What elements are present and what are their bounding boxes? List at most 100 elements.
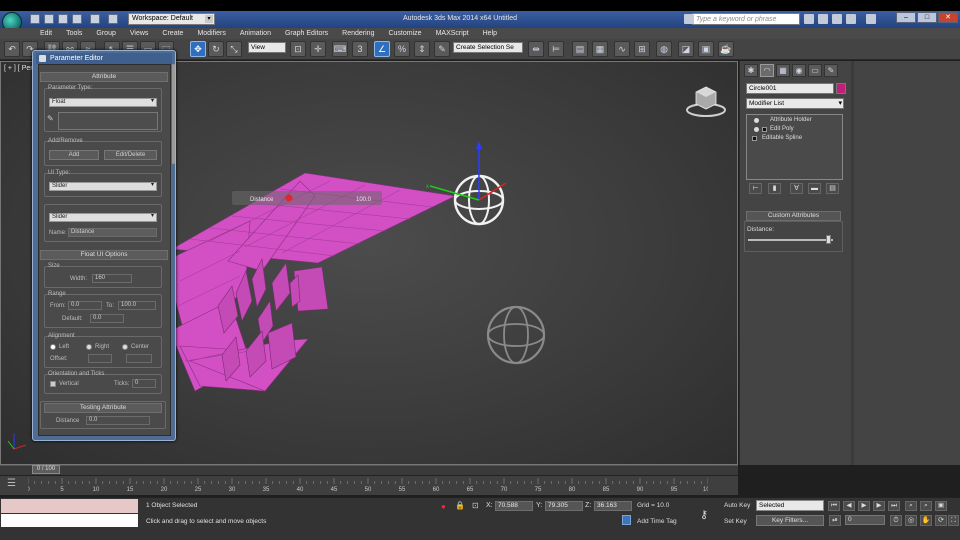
configure-modifier-sets-icon[interactable]: ▤ — [826, 183, 839, 194]
expand-box-icon[interactable] — [752, 136, 757, 141]
communication-icon[interactable] — [832, 14, 842, 24]
angle-snap-icon[interactable]: ∠ — [374, 41, 390, 57]
menu-create[interactable]: Create — [155, 28, 190, 39]
save-file-icon[interactable] — [58, 14, 68, 24]
to-spinner[interactable]: 100.0 — [118, 301, 156, 310]
close-button[interactable]: ✕ — [938, 12, 958, 23]
menu-animation[interactable]: Animation — [233, 28, 278, 39]
auto-key-button[interactable]: Auto Key — [724, 502, 750, 509]
reference-coordinate-dropdown[interactable]: View — [248, 42, 286, 53]
pivot-center-icon[interactable]: ⊡ — [290, 41, 306, 57]
selected-circle-gizmo[interactable]: x — [426, 141, 507, 226]
default-spinner[interactable]: 0.0 — [90, 314, 124, 323]
ui-subtype-dropdown[interactable]: Slider — [49, 213, 157, 222]
lightbulb-icon[interactable] — [754, 127, 759, 132]
custom-attributes-rollout[interactable]: Custom Attributes — [746, 211, 841, 221]
object-name-field[interactable]: Circle001 — [746, 83, 834, 94]
menu-graph-editors[interactable]: Graph Editors — [278, 28, 335, 39]
from-spinner[interactable]: 0.0 — [68, 301, 102, 310]
key-icon[interactable]: ⚷ — [700, 508, 708, 521]
isolate-selection-icon[interactable]: ● — [441, 502, 446, 511]
remove-modifier-icon[interactable]: ▬ — [808, 183, 821, 194]
testing-attribute-rollout[interactable]: Testing Attribute — [44, 403, 162, 413]
utilities-tab-icon[interactable]: ✎ — [824, 64, 838, 77]
new-file-icon[interactable] — [30, 14, 40, 24]
display-tab-icon[interactable]: ▭ — [808, 64, 822, 77]
offset-y-spinner[interactable] — [126, 354, 152, 363]
align-center-radio[interactable] — [122, 344, 128, 350]
hierarchy-tab-icon[interactable]: ▦ — [776, 64, 790, 77]
maxscript-listener-input[interactable] — [1, 499, 138, 513]
redo-icon[interactable] — [90, 14, 100, 24]
next-frame-icon[interactable]: ▶ — [873, 501, 885, 511]
parameter-editor-titlebar[interactable]: Parameter Editor — [36, 53, 172, 64]
stack-item-attribute-holder[interactable]: Attribute Holder — [750, 116, 842, 125]
menu-views[interactable]: Views — [123, 28, 156, 39]
maxscript-listener-output[interactable] — [1, 514, 138, 527]
command-panel-scrollbar[interactable] — [851, 61, 854, 465]
favorites-icon[interactable] — [846, 14, 856, 24]
render-setup-icon[interactable]: ◪ — [678, 41, 694, 57]
layer-manager-icon[interactable]: ▤ — [572, 41, 588, 57]
show-end-result-icon[interactable]: ▮ — [768, 183, 781, 194]
width-spinner[interactable]: 160 — [92, 274, 132, 283]
align-right-radio[interactable] — [86, 344, 92, 350]
menu-modifiers[interactable]: Modifiers — [190, 28, 232, 39]
help-icon[interactable] — [866, 14, 876, 24]
select-and-scale-icon[interactable]: ⤡ — [226, 41, 242, 57]
current-frame-field[interactable]: 0 — [845, 515, 885, 525]
menu-edit[interactable]: Edit — [33, 28, 59, 39]
menu-tools[interactable]: Tools — [59, 28, 89, 39]
material-editor-icon[interactable]: ◍ — [656, 41, 672, 57]
ui-type-dropdown[interactable]: Slider — [49, 182, 157, 191]
graphite-ribbon-icon[interactable]: ▦ — [592, 41, 608, 57]
open-file-icon[interactable] — [44, 14, 54, 24]
select-manipulate-icon[interactable]: ✛ — [310, 41, 326, 57]
modifier-list-dropdown[interactable]: Modifier List ▾ — [746, 98, 844, 109]
edit-delete-button[interactable]: Edit/Delete — [104, 150, 157, 160]
attribute-rollout[interactable]: Attribute — [40, 72, 168, 82]
viewcube-icon[interactable] — [686, 84, 730, 120]
zoom-extents-icon[interactable]: ▣ — [935, 501, 947, 511]
motion-tab-icon[interactable]: ◉ — [792, 64, 806, 77]
vertical-checkbox[interactable] — [50, 381, 56, 387]
edit-named-selection-icon[interactable]: ✎ — [434, 41, 450, 57]
name-input[interactable]: Distance — [68, 228, 157, 237]
mirror-icon[interactable]: ⇹ — [528, 41, 544, 57]
subscription-icon[interactable] — [818, 14, 828, 24]
create-tab-icon[interactable]: ✱ — [744, 64, 758, 77]
selection-lock-icon[interactable]: 🔒 — [455, 501, 465, 510]
pick-icon[interactable]: ✎ — [47, 114, 55, 123]
x-coordinate-field[interactable]: 70.588 — [495, 501, 533, 511]
curve-editor-icon[interactable]: ∿ — [614, 41, 630, 57]
trackbar-menu-icon[interactable]: ☰ — [7, 478, 16, 489]
key-selection-dropdown[interactable]: Selected — [756, 500, 824, 511]
align-icon[interactable]: ⊨ — [548, 41, 564, 57]
previous-frame-icon[interactable]: ◀ — [843, 501, 855, 511]
percent-snap-icon[interactable]: % — [394, 41, 410, 57]
undo-tool-icon[interactable]: ↶ — [4, 41, 20, 57]
zoom-all-icon[interactable]: ⌕ — [920, 501, 932, 511]
absolute-mode-icon[interactable]: ⊡ — [472, 501, 479, 510]
menu-rendering[interactable]: Rendering — [335, 28, 381, 39]
expand-box-icon[interactable] — [762, 127, 767, 132]
lightbulb-icon[interactable] — [754, 118, 759, 123]
orbit-icon[interactable]: ⟳ — [935, 515, 947, 526]
maximize-viewport-icon[interactable]: ⛶ — [948, 515, 959, 526]
time-config-icon[interactable]: ⏱ — [890, 515, 902, 526]
time-slider[interactable] — [0, 465, 738, 475]
hold-icon[interactable] — [108, 14, 118, 24]
key-mode-icon[interactable]: ⏯ — [829, 515, 841, 526]
render-production-icon[interactable]: ☕ — [718, 41, 734, 57]
minimize-button[interactable]: – — [896, 12, 916, 23]
named-selection-set-dropdown[interactable]: Create Selection Se — [453, 42, 523, 53]
parameter-type-dropdown[interactable]: Float — [49, 98, 157, 107]
dummy-circle-helper[interactable] — [486, 305, 546, 365]
go-to-start-icon[interactable]: ⏮ — [828, 501, 840, 511]
search-icon[interactable] — [804, 14, 814, 24]
go-to-end-icon[interactable]: ⏭ — [888, 501, 900, 511]
stack-item-edit-poly[interactable]: Edit Poly — [750, 125, 842, 134]
parameter-list-box[interactable] — [58, 112, 158, 130]
menu-customize[interactable]: Customize — [381, 28, 428, 39]
testing-field-spinner[interactable]: 0.0 — [86, 416, 150, 425]
